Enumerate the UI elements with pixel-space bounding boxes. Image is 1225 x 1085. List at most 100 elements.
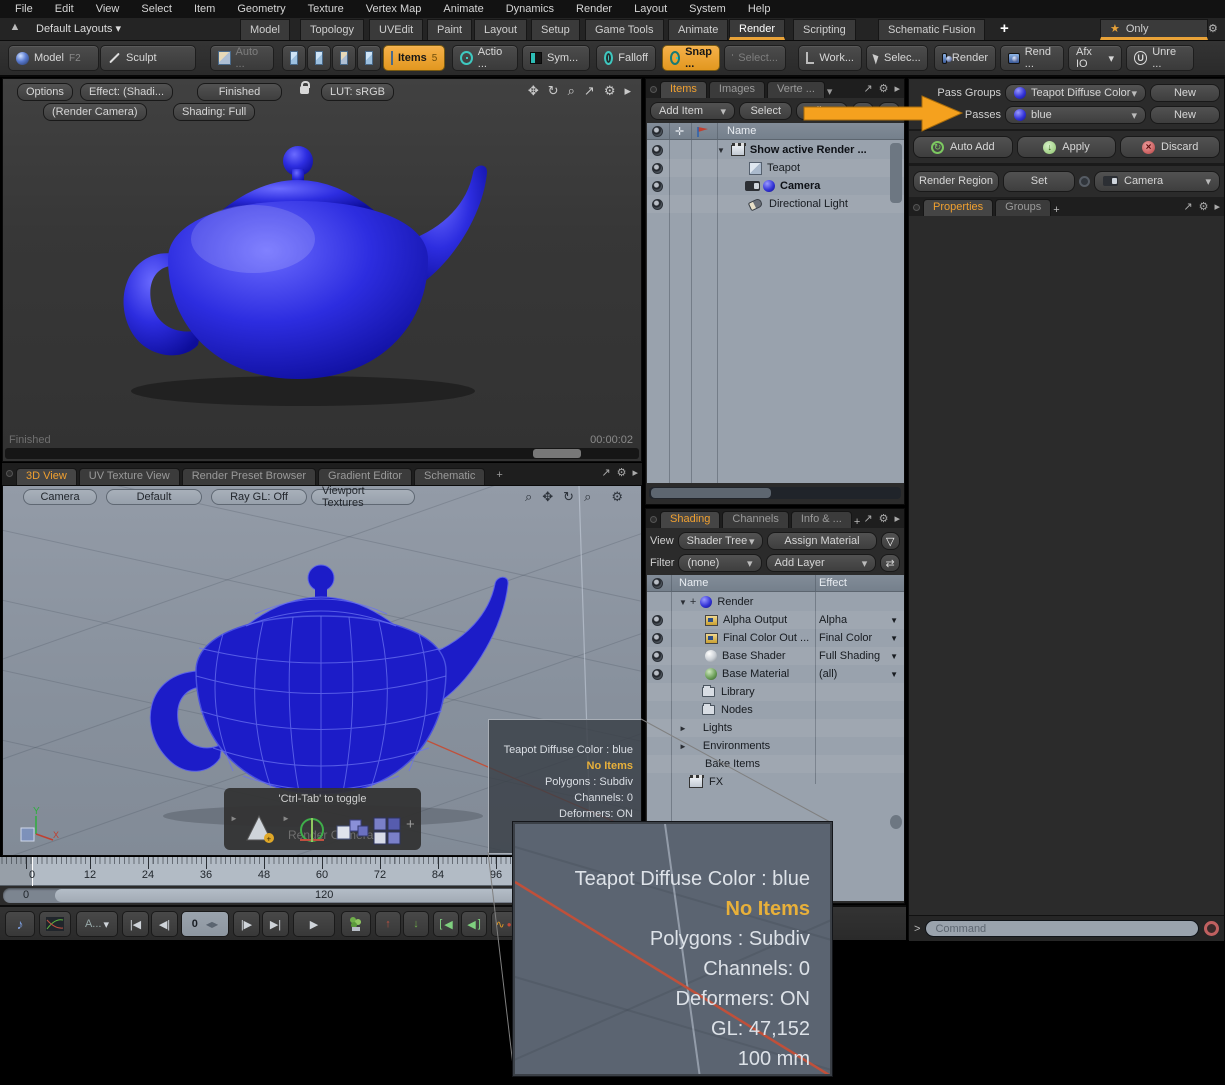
new-pass-group-button[interactable]: New	[1150, 84, 1220, 102]
cube-array-dark-icon[interactable]	[372, 814, 404, 846]
expander-icon[interactable]: ▼	[717, 146, 725, 155]
vertices-mode-button[interactable]	[282, 45, 306, 71]
gear-icon[interactable]: ⚙	[617, 466, 627, 479]
shading-vscroll-thumb[interactable]	[890, 815, 902, 829]
tab-3d-view[interactable]: 3D View	[16, 468, 77, 485]
menu-layout[interactable]: Layout	[623, 3, 678, 15]
audio-button[interactable]: ♪	[5, 911, 35, 937]
pan-icon[interactable]: ✥	[542, 489, 553, 505]
shader-row-nodes[interactable]: Nodes	[647, 701, 904, 719]
viewport-textures-pill[interactable]: Viewport Textures	[311, 489, 415, 505]
cone-tool-icon[interactable]: +	[244, 814, 278, 844]
expander-icon[interactable]: ▼	[679, 598, 687, 607]
select-button[interactable]: Select	[739, 102, 792, 120]
tab-shading[interactable]: Shading	[660, 511, 720, 528]
expander-icon[interactable]: ►	[679, 742, 687, 751]
tab-properties[interactable]: Properties	[923, 199, 993, 216]
shader-row-alpha-output[interactable]: Alpha Output Alpha ▼	[647, 611, 904, 629]
sculpt-mode-button[interactable]: Sculpt	[100, 45, 196, 71]
render-button[interactable]: Render	[934, 45, 996, 71]
gear-icon[interactable]: ⚙	[1199, 200, 1209, 213]
panel-menu-dot[interactable]	[650, 516, 657, 523]
eye-icon[interactable]	[652, 651, 663, 662]
set-button[interactable]: Set	[1003, 171, 1075, 192]
item-row-directional-light[interactable]: Directional Light	[647, 195, 904, 213]
menu-help[interactable]: Help	[737, 3, 782, 15]
auto-select-button[interactable]: Auto ...	[210, 45, 274, 71]
step-forward-button[interactable]: |▶	[233, 911, 260, 937]
pan-icon[interactable]: ✥	[528, 83, 539, 99]
shader-row-environments[interactable]: ► Environments	[647, 737, 904, 755]
tab-render-preset-browser[interactable]: Render Preset Browser	[182, 468, 316, 485]
menu-item[interactable]: Item	[183, 3, 226, 15]
menu-select[interactable]: Select	[130, 3, 183, 15]
items-vscrollbar[interactable]	[890, 143, 902, 203]
menu-animate[interactable]: Animate	[432, 3, 494, 15]
viewport-default-pill[interactable]: Default	[106, 489, 202, 505]
command-input[interactable]	[925, 920, 1199, 937]
layout-tab-animate[interactable]: Animate	[668, 19, 728, 40]
panel-menu-dot[interactable]	[913, 204, 920, 211]
shader-row-base-material[interactable]: Base Material (all) ▼	[647, 665, 904, 683]
layout-preset-dropdown[interactable]: Default Layouts ▾	[28, 20, 129, 38]
camera-radio-icon[interactable]	[1079, 176, 1090, 187]
gear-icon[interactable]: ⚙	[604, 83, 616, 99]
pass-group-dropdown[interactable]: Teapot Diffuse Color▾	[1005, 84, 1146, 102]
tab-info[interactable]: Info & ...	[791, 511, 852, 528]
camera-dropdown[interactable]: Camera▾	[1094, 171, 1220, 192]
chevron-right-icon[interactable]: ▸	[1214, 200, 1220, 213]
filter-dropdown[interactable]: (none)▾	[678, 554, 761, 572]
menu-system[interactable]: System	[678, 3, 737, 15]
eye-icon[interactable]	[652, 669, 663, 680]
afx-io-dropdown[interactable]: Afx IO▾	[1068, 45, 1122, 71]
pin-layout-icon[interactable]: ▲	[6, 21, 24, 37]
chevron-right-icon[interactable]: ▸	[632, 466, 638, 479]
gear-icon[interactable]: ⚙	[611, 489, 623, 505]
play-button[interactable]: ▶	[293, 911, 335, 937]
tab-gradient-editor[interactable]: Gradient Editor	[318, 468, 412, 485]
add-layer-dropdown[interactable]: Add Layer▾	[766, 554, 877, 572]
render-options-pill[interactable]: Options	[17, 83, 73, 101]
tab-images[interactable]: Images	[709, 81, 765, 98]
add-tab-button[interactable]: +	[487, 468, 511, 485]
render-options-button[interactable]: Rend ...	[1000, 45, 1064, 71]
layout-tab-topology[interactable]: Topology	[300, 19, 364, 40]
lock-icon[interactable]	[300, 81, 309, 97]
menu-render[interactable]: Render	[565, 3, 623, 15]
selection-sets-button[interactable]: Selec...	[866, 45, 928, 71]
cube-array-icon[interactable]	[334, 814, 370, 846]
item-row-teapot[interactable]: Teapot	[647, 159, 904, 177]
render-finished-pill[interactable]: Finished	[197, 83, 282, 101]
work-plane-button[interactable]: Work...	[798, 45, 862, 71]
skip-to-start-button[interactable]: |◀	[122, 911, 149, 937]
plus-icon[interactable]: +	[406, 816, 415, 833]
shader-row-bake-items[interactable]: Bake Items	[647, 755, 904, 773]
eye-icon[interactable]	[652, 199, 663, 210]
shader-row-render[interactable]: ▼ + Render	[647, 593, 904, 611]
tab-items[interactable]: Items	[660, 81, 707, 98]
step-back-button[interactable]: ◀|	[151, 911, 178, 937]
eye-icon[interactable]	[652, 145, 663, 156]
only-button[interactable]: ★Only	[1100, 19, 1208, 40]
item-row-camera[interactable]: Camera	[647, 177, 904, 195]
render-camera-gizmo-icon[interactable]	[294, 814, 330, 846]
menu-vertex-map[interactable]: Vertex Map	[355, 3, 433, 15]
key-down-button[interactable]: ↓	[403, 911, 429, 937]
add-item-button[interactable]: Add Item▾	[650, 102, 735, 120]
symmetry-button[interactable]: Sym...	[522, 45, 590, 71]
skip-to-end-button[interactable]: ▶|	[262, 911, 289, 937]
current-frame-field[interactable]: 0◀▶	[181, 911, 229, 937]
graph-editor-button[interactable]	[39, 911, 71, 937]
tag-column-icon[interactable]	[697, 126, 709, 137]
items-mode-button[interactable]: Items5	[383, 45, 445, 71]
layout-tab-model[interactable]: Model	[240, 19, 290, 40]
view-dropdown[interactable]: Shader Tree▾	[678, 532, 764, 550]
viewport-raygl-pill[interactable]: Ray GL: Off	[211, 489, 307, 505]
layout-tab-game-tools[interactable]: Game Tools	[585, 19, 664, 40]
layout-tab-paint[interactable]: Paint	[427, 19, 472, 40]
next-keyframe-button[interactable]: ◀]	[461, 911, 487, 937]
visibility-column-eye-icon[interactable]	[652, 126, 663, 137]
expand-icon[interactable]: ↗	[1183, 200, 1192, 213]
render-region-button[interactable]: Render Region	[913, 171, 999, 192]
select-falloff-button[interactable]: Select...	[724, 45, 786, 71]
